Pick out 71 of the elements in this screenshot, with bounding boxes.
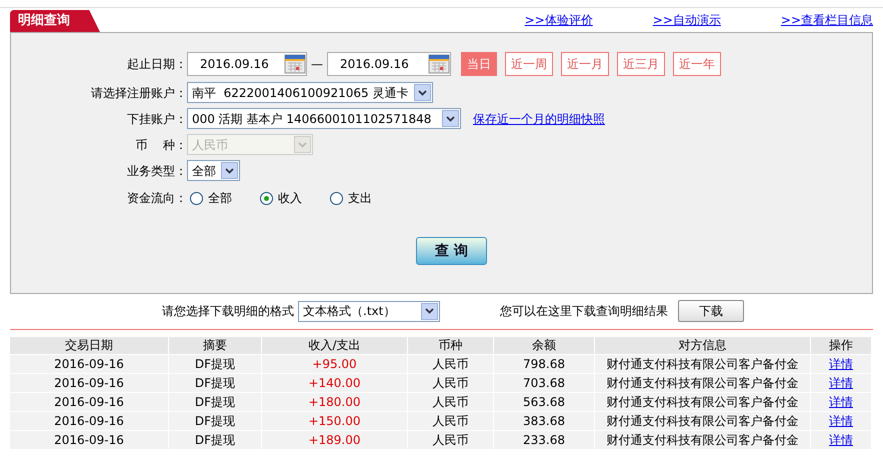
- date-range-button[interactable]: 近一月: [561, 52, 609, 76]
- table-cell: 798.68: [494, 355, 594, 373]
- radio-button[interactable]: [190, 192, 203, 204]
- table-cell: +180.00: [262, 393, 407, 411]
- column-header: 余额: [494, 337, 594, 354]
- table-cell: 563.68: [494, 393, 594, 411]
- table-cell: 财付通支付科技有限公司客户备付金: [595, 355, 810, 373]
- download-button[interactable]: 下载: [678, 300, 744, 322]
- table-cell: 人民币: [408, 393, 493, 411]
- radio-option[interactable]: 收入: [260, 189, 308, 207]
- table-cell: DF提现: [169, 374, 261, 392]
- table-cell: 财付通支付科技有限公司客户备付金: [595, 412, 810, 430]
- table-cell: 财付通支付科技有限公司客户备付金: [595, 431, 810, 449]
- header-link[interactable]: >>自动演示: [652, 11, 721, 29]
- table-cell: DF提现: [169, 355, 261, 373]
- table-cell: +150.00: [262, 412, 407, 430]
- header-link[interactable]: >>体验评价: [524, 11, 593, 29]
- dropdown-field[interactable]: 000 活期 基本户 1406600101102571848: [187, 108, 461, 129]
- column-header: 摘要: [169, 337, 261, 354]
- radio-button[interactable]: [330, 192, 343, 204]
- column-header: 币种: [408, 337, 493, 354]
- column-header: 操作: [811, 337, 871, 354]
- radio-option[interactable]: 全部: [190, 189, 238, 207]
- field-label: 请选择注册账户：: [90, 84, 187, 102]
- radio-button[interactable]: [260, 192, 273, 204]
- column-header: 交易日期: [10, 337, 168, 354]
- column-header: 收入/支出: [262, 337, 407, 354]
- download-format-label: 请您选择下载明细的格式: [162, 303, 294, 320]
- table-cell: 383.68: [494, 412, 594, 430]
- download-hint: 您可以在这里下载查询明细结果: [500, 303, 668, 320]
- table-cell: +140.00: [262, 374, 407, 392]
- table-cell: 2016-09-16: [10, 431, 168, 449]
- date-separator: —: [310, 56, 324, 73]
- field-label: 业务类型：: [126, 162, 187, 180]
- table-cell: 财付通支付科技有限公司客户备付金: [595, 374, 810, 392]
- table-cell: 财付通支付科技有限公司客户备付金: [595, 393, 810, 411]
- table-cell: 2016-09-16: [10, 374, 168, 392]
- query-button[interactable]: 查 询: [416, 237, 487, 265]
- date-range-button[interactable]: 近一周: [505, 52, 553, 76]
- field-label: 下挂账户：: [126, 110, 187, 128]
- table-cell: 2016-09-16: [10, 393, 168, 411]
- field-label: 起止日期：: [126, 56, 187, 73]
- column-header: 对方信息: [595, 337, 810, 354]
- calendar-icon[interactable]: [284, 54, 306, 74]
- start-date-field[interactable]: 2016.09.16: [187, 52, 307, 76]
- table-cell: 2016-09-16: [10, 355, 168, 373]
- field-label: 币 种：: [134, 136, 187, 154]
- table-cell: DF提现: [169, 431, 261, 449]
- field-label: 资金流向：: [126, 190, 187, 207]
- table-cell: 2016-09-16: [10, 412, 168, 430]
- table-cell: +95.00: [262, 355, 407, 373]
- format-dropdown[interactable]: 文本格式（.txt）: [298, 300, 440, 322]
- dropdown-field[interactable]: 全部: [187, 160, 240, 181]
- table-cell: +189.00: [262, 431, 407, 449]
- end-date-field[interactable]: 2016.09.16: [327, 52, 451, 76]
- table-cell: 703.68: [494, 374, 594, 392]
- table-cell: 人民币: [408, 374, 493, 392]
- table-cell: 233.68: [494, 431, 594, 449]
- table-cell: DF提现: [169, 393, 261, 411]
- table-cell: 人民币: [408, 355, 493, 373]
- radio-option[interactable]: 支出: [330, 189, 378, 207]
- section-tab[interactable]: 明细查询: [10, 10, 100, 32]
- table-cell: 人民币: [408, 431, 493, 449]
- calendar-icon[interactable]: [428, 54, 450, 74]
- date-range-button[interactable]: 近一年: [673, 52, 721, 76]
- snapshot-link[interactable]: 保存近一个月的明细快照: [473, 110, 605, 128]
- table-cell: 人民币: [408, 412, 493, 430]
- date-range-button[interactable]: 近三月: [617, 52, 665, 76]
- header-link[interactable]: >>查看栏目信息: [780, 11, 873, 29]
- dropdown-field[interactable]: 南平 6222001406100921065 灵通卡: [187, 82, 433, 103]
- table-cell: DF提现: [169, 412, 261, 430]
